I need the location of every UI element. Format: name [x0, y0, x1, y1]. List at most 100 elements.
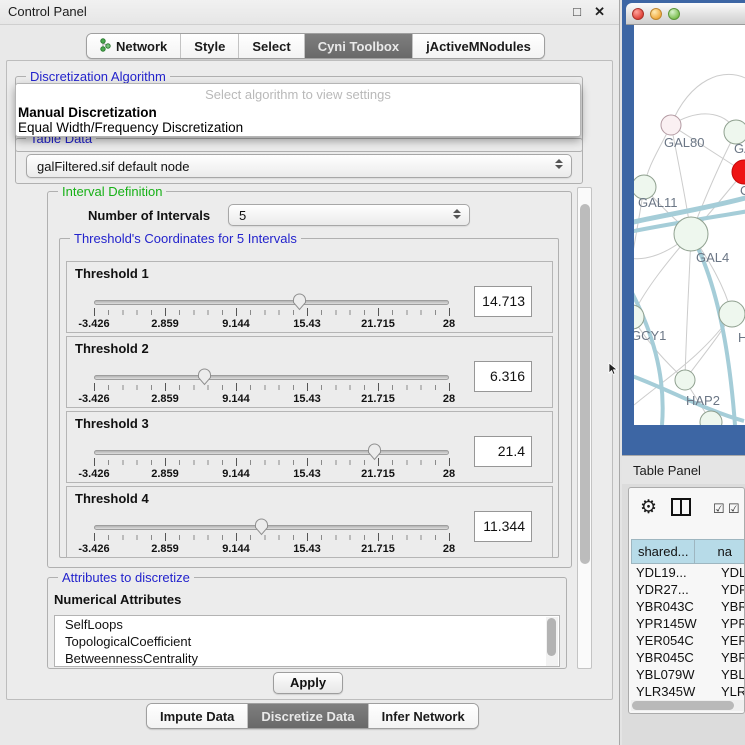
threshold-4-value-field[interactable]: 11.344 [474, 511, 532, 542]
network-node[interactable] [719, 301, 745, 327]
cell[interactable]: YBL0 [717, 666, 745, 683]
tab-infer-network-label: Infer Network [382, 709, 465, 724]
tick-label: 2.859 [151, 543, 179, 555]
threshold-2-slider-thumb[interactable] [197, 368, 212, 386]
threshold-1-value-field[interactable]: 14.713 [474, 286, 532, 317]
control-panel: Control Panel □ ✕ Network Style [0, 0, 620, 745]
threshold-3-slider[interactable]: -3.426 2.859 9.144 15.43 21.715 28 [94, 446, 449, 482]
float-window-icon[interactable]: □ [573, 4, 581, 19]
table-panel-title: Table Panel [633, 463, 701, 478]
cell[interactable]: YDL19... [631, 564, 717, 581]
table-row[interactable]: YLR345WYLR3 [631, 683, 745, 699]
threshold-1-slider-thumb[interactable] [292, 293, 307, 311]
table-row[interactable]: YDL19...YDL1 [631, 564, 745, 581]
checkbox-icon[interactable]: ☑ [713, 501, 725, 517]
control-panel-titlebar: Control Panel □ ✕ [0, 0, 619, 25]
tab-impute-data-label: Impute Data [160, 709, 234, 724]
cell[interactable]: YBL079W [631, 666, 717, 683]
table-row[interactable]: YBR045CYBR0 [631, 649, 745, 666]
cell[interactable]: YBR043C [631, 598, 717, 615]
threshold-2-slider[interactable]: -3.426 2.859 9.144 15.43 21.715 28 [94, 371, 449, 407]
mac-zoom-icon[interactable] [668, 8, 680, 20]
tab-impute-data[interactable]: Impute Data [147, 704, 247, 728]
table-row[interactable]: YPR145WYPR1 [631, 615, 745, 632]
mac-minimize-icon[interactable] [650, 8, 662, 20]
checkbox-icon[interactable]: ☑ [728, 501, 740, 517]
threshold-1-slider[interactable]: -3.426 2.859 9.144 15.43 21.715 28 [94, 296, 449, 332]
content-scrollbar[interactable] [577, 187, 592, 669]
threshold-3-panel: Threshold 3 -3.426 2.859 9.144 15.43 [66, 411, 553, 483]
threshold-3-value-field[interactable]: 21.4 [474, 436, 532, 467]
network-node[interactable] [634, 305, 644, 329]
threshold-3-slider-thumb[interactable] [367, 443, 382, 461]
cell[interactable]: YBR045C [631, 649, 717, 666]
cell[interactable]: YPR145W [631, 615, 717, 632]
split-columns-icon[interactable] [671, 498, 691, 521]
number-of-intervals-combobox[interactable]: 5 [228, 204, 470, 226]
table-row[interactable]: YBL079WYBL0 [631, 666, 745, 683]
network-node[interactable] [661, 115, 681, 135]
table-data-combobox[interactable]: galFiltered.sif default node [26, 154, 572, 178]
table-horizontal-scrollbar[interactable] [631, 700, 744, 711]
cell[interactable]: YPR1 [717, 615, 745, 632]
slider-minor-ticks [94, 535, 449, 540]
list-item[interactable]: TopologicalCoefficient [55, 633, 559, 650]
apply-button[interactable]: Apply [273, 672, 343, 694]
column-header-shared[interactable]: shared... [631, 539, 695, 564]
list-scrollbar[interactable] [546, 617, 558, 667]
tab-cyni-toolbox[interactable]: Cyni Toolbox [304, 34, 412, 58]
cell[interactable]: YDR2 [717, 581, 745, 598]
cell[interactable]: YBR0 [717, 598, 745, 615]
cell[interactable]: YLR3 [717, 683, 745, 699]
gear-icon[interactable]: ⚙ [640, 496, 657, 519]
cell[interactable]: YDR27... [631, 581, 717, 598]
spinner-icon [555, 159, 563, 169]
slider-track[interactable] [94, 375, 449, 380]
algorithm-option-manual[interactable]: Manual Discretization [18, 105, 578, 120]
tick-label: 21.715 [361, 543, 395, 555]
tab-style[interactable]: Style [180, 34, 238, 58]
network-node[interactable] [674, 217, 708, 251]
tab-jactivemnodules[interactable]: jActiveMNodules [412, 34, 544, 58]
slider-track[interactable] [94, 450, 449, 455]
cell[interactable]: YLR345W [631, 683, 717, 699]
cell[interactable]: YER054C [631, 632, 717, 649]
scrollbar-thumb[interactable] [632, 701, 734, 710]
threshold-4-panel: Threshold 4 -3.426 2.859 9.144 15.43 [66, 486, 553, 558]
scrollbar-thumb[interactable] [580, 204, 590, 564]
network-canvas[interactable]: GAL80 GA C GAL11 GAL4 GCY1 H HAP2 [634, 25, 745, 425]
cell[interactable]: YBR0 [717, 649, 745, 666]
tab-network[interactable]: Network [87, 34, 180, 58]
threshold-4-slider[interactable]: -3.426 2.859 9.144 15.43 21.715 28 [94, 521, 449, 557]
table-row[interactable]: YBR043CYBR0 [631, 598, 745, 615]
mac-close-icon[interactable] [632, 8, 644, 20]
thresholds-group: Threshold's Coordinates for 5 Intervals … [59, 238, 559, 558]
slider-track[interactable] [94, 525, 449, 530]
table-toolbar: ⚙ ☑ ☑ [629, 488, 744, 532]
network-node-selected[interactable] [732, 160, 745, 184]
algorithm-hint-option[interactable]: Select algorithm to view settings [16, 87, 580, 102]
threshold-4-slider-thumb[interactable] [254, 518, 269, 536]
tick-label: 2.859 [151, 468, 179, 480]
slider-track[interactable] [94, 300, 449, 305]
tab-discretize-data[interactable]: Discretize Data [247, 704, 367, 728]
numerical-attributes-list[interactable]: SelfLoops TopologicalCoefficient Between… [54, 615, 560, 667]
network-node[interactable] [675, 370, 695, 390]
close-icon[interactable]: ✕ [594, 4, 605, 20]
tab-select[interactable]: Select [238, 34, 303, 58]
tab-network-label: Network [116, 39, 167, 54]
cell[interactable]: YER0 [717, 632, 745, 649]
node-label-gcy1: GCY1 [634, 328, 666, 343]
table-row[interactable]: YER054CYER0 [631, 632, 745, 649]
tick-label: -3.426 [78, 393, 109, 405]
algorithm-option-equal-width[interactable]: Equal Width/Frequency Discretization [18, 120, 578, 135]
cell[interactable]: YDL1 [717, 564, 745, 581]
threshold-2-value-field[interactable]: 6.316 [474, 361, 532, 392]
tick-label: -3.426 [78, 318, 109, 330]
tab-infer-network[interactable]: Infer Network [368, 704, 478, 728]
network-window-titlebar[interactable] [626, 3, 745, 25]
column-header-name[interactable]: na [695, 539, 745, 564]
list-item[interactable]: SelfLoops [55, 616, 559, 633]
table-row[interactable]: YDR27...YDR2 [631, 581, 745, 598]
list-item[interactable]: BetweennessCentrality [55, 650, 559, 667]
